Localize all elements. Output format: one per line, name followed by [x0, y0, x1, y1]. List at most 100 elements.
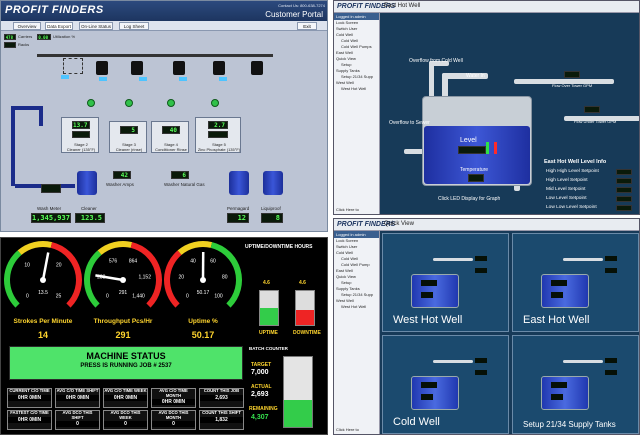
- flow-over-lcd[interactable]: [564, 71, 580, 78]
- actual-label: ACTUAL: [251, 384, 272, 390]
- gauge-title: Throughput Pcs/Hr: [93, 318, 153, 325]
- quick-view-tile[interactable]: Cold Well: [382, 335, 509, 434]
- quick-view-title: West Hot Well: [393, 314, 463, 326]
- stat-cell-header: COUNT THIS SHIFT: [202, 410, 241, 415]
- sidebar-item[interactable]: West Hot Well: [334, 86, 379, 92]
- station-stage-5[interactable]: 2.7 Stage 5 Zinc Phosphate (135°F): [195, 117, 241, 153]
- mini-lcd: [475, 370, 487, 375]
- liquiproof-label: Liquiproof: [261, 206, 281, 211]
- temperature-lcd[interactable]: [468, 174, 484, 182]
- portal-title: Customer Portal: [265, 10, 323, 19]
- click-here-text[interactable]: Click Here to: [336, 427, 359, 432]
- remaining-value: 4,307: [251, 414, 269, 421]
- stage-3-label: Stage 3 Cleaner (rinse): [115, 142, 143, 152]
- stage-5-temp: [208, 131, 228, 138]
- temperature-label: Temperature: [460, 167, 489, 173]
- gauge-value: 291: [115, 330, 131, 340]
- racks-value: [4, 42, 16, 48]
- stat-cell-value: 0HR 0MIN: [8, 394, 51, 401]
- mini-lcd: [551, 382, 567, 388]
- stat-cell-header: AVG C/O TIME SHIFT: [56, 388, 99, 393]
- setpoint-value[interactable]: [616, 169, 632, 175]
- mini-lcd: [605, 358, 617, 363]
- racks-label: Racks: [18, 42, 30, 47]
- setpoint-value[interactable]: [616, 178, 632, 184]
- pump-icon: [87, 99, 95, 107]
- washer-gas-label: Washer Natural Gas: [164, 182, 205, 187]
- setpoint-label: Mid Level Setpoint: [546, 187, 586, 192]
- exit-button[interactable]: Exit: [297, 22, 317, 30]
- setpoint-value[interactable]: [616, 187, 632, 193]
- stage-5-label: Stage 5 Zinc Phosphate (135°F): [197, 142, 241, 152]
- sidebar-item[interactable]: West Hot Well: [334, 304, 379, 310]
- sidebar: Logged in admin Lock Screen Switch User Co…: [334, 13, 380, 214]
- setpoint-label: Low Low Level Setpoint: [546, 205, 597, 210]
- gauge-tick-label: 40: [190, 258, 196, 264]
- east-hot-well-panel: PROFIT FINDERS East Hot Well Logged in a…: [333, 0, 640, 215]
- tab-log-sheet[interactable]: Log Sheet: [119, 22, 149, 30]
- mini-lcd: [551, 280, 567, 286]
- quick-view-tile[interactable]: East Hot Well: [512, 233, 639, 332]
- stat-cell: FASTEST C/O TIME 0HR 0MIN: [7, 410, 52, 430]
- gauge-hub: [120, 277, 126, 283]
- setpoint-value[interactable]: [616, 205, 632, 211]
- stat-cell: COUNT THIS JOB 2,693: [199, 388, 244, 408]
- gauge-tick-label: 25: [56, 294, 62, 300]
- quick-view-tile[interactable]: Setup 21/34 Supply Tanks: [512, 335, 639, 434]
- tab-online-status[interactable]: On-Line Status: [79, 22, 113, 30]
- station-stage-4[interactable]: 40 Stage 4 Conditioner Rinse: [151, 121, 189, 153]
- setpoint-value[interactable]: [616, 196, 632, 202]
- gauge-tick-label: 80: [222, 275, 228, 281]
- gauge-readout: 50.17: [197, 290, 210, 296]
- stat-cell: AVG C/O TIME SHIFT 0HR 0MIN: [55, 388, 100, 408]
- setpoint-label: Low Level Setpoint: [546, 196, 587, 201]
- stat-cell-value: 0HR 0MIN: [104, 394, 147, 401]
- gauge-hub: [200, 277, 206, 283]
- spray-nozzle-icon: [61, 75, 69, 79]
- conveyor-hanger: [63, 58, 83, 74]
- gauge-hub: [40, 277, 46, 283]
- gauge-tick-label: 1,152: [138, 275, 151, 281]
- stat-cell-value: 0: [152, 421, 195, 427]
- station-stage-2[interactable]: 13.7 Stage 2 Cleaner (135°F): [61, 117, 99, 153]
- batch-title: BATCH COUNTER: [249, 346, 288, 351]
- mini-pipe: [563, 360, 603, 363]
- gauge-tick-label: 60: [210, 258, 216, 264]
- uptime-label: UPTIME: [259, 330, 278, 336]
- gauge-tick-label: 20: [178, 275, 184, 281]
- carriers-value: 478: [4, 34, 16, 40]
- gauge-tick-label: 0: [186, 294, 189, 300]
- mini-lcd: [551, 292, 563, 298]
- mini-lcd: [421, 292, 433, 298]
- stat-cell: AVG C/O TIME WEEK 0HR 0MIN: [103, 388, 148, 408]
- tab-data-export[interactable]: Data Export: [45, 22, 73, 30]
- station-stage-3[interactable]: 5 Stage 3 Cleaner (rinse): [109, 121, 147, 153]
- level-lcd[interactable]: [458, 146, 486, 154]
- pipe: [11, 106, 41, 110]
- profit-finders-logo: PROFIT FINDERS: [5, 4, 104, 16]
- carriers-label: Carriers: [18, 34, 33, 39]
- downtime-value: 4.6: [299, 280, 306, 286]
- pipe: [11, 106, 15, 186]
- quick-view-title: East Hot Well: [523, 314, 590, 326]
- stat-cell-value: 0: [56, 421, 99, 427]
- flow-over-label: Flow Over Tower GPM: [552, 83, 593, 88]
- contact-text: Contact Us: 800-638-7274: [278, 3, 325, 8]
- stat-cell-header: AVG DCO THIS WEEK: [110, 410, 141, 420]
- stat-cell: CURRENT C/O TIME 0HR 0MIN: [7, 388, 52, 408]
- spray-nozzle-icon: [139, 77, 147, 81]
- permagard-label: Permagard: [227, 206, 250, 211]
- stage-2-temp: [72, 131, 90, 138]
- flow-under-lcd[interactable]: [584, 106, 600, 113]
- quick-view-tile[interactable]: West Hot Well: [382, 233, 509, 332]
- overflow-cold-label: Overflow from Cold Well: [409, 58, 463, 64]
- tab-overview[interactable]: Overview: [13, 22, 41, 30]
- cleaner-value: 123.5: [75, 213, 105, 223]
- dispenser-icon: [131, 61, 143, 75]
- portal-header: PROFIT FINDERS Contact Us: 800-638-7274 …: [1, 1, 327, 21]
- click-here-text[interactable]: Click Here to: [336, 207, 359, 212]
- liquiproof-value: 8: [261, 213, 283, 223]
- utilization-value: 0.00: [37, 34, 51, 40]
- dispenser-icon: [251, 61, 263, 75]
- cleaner-label: Cleaner: [81, 206, 97, 211]
